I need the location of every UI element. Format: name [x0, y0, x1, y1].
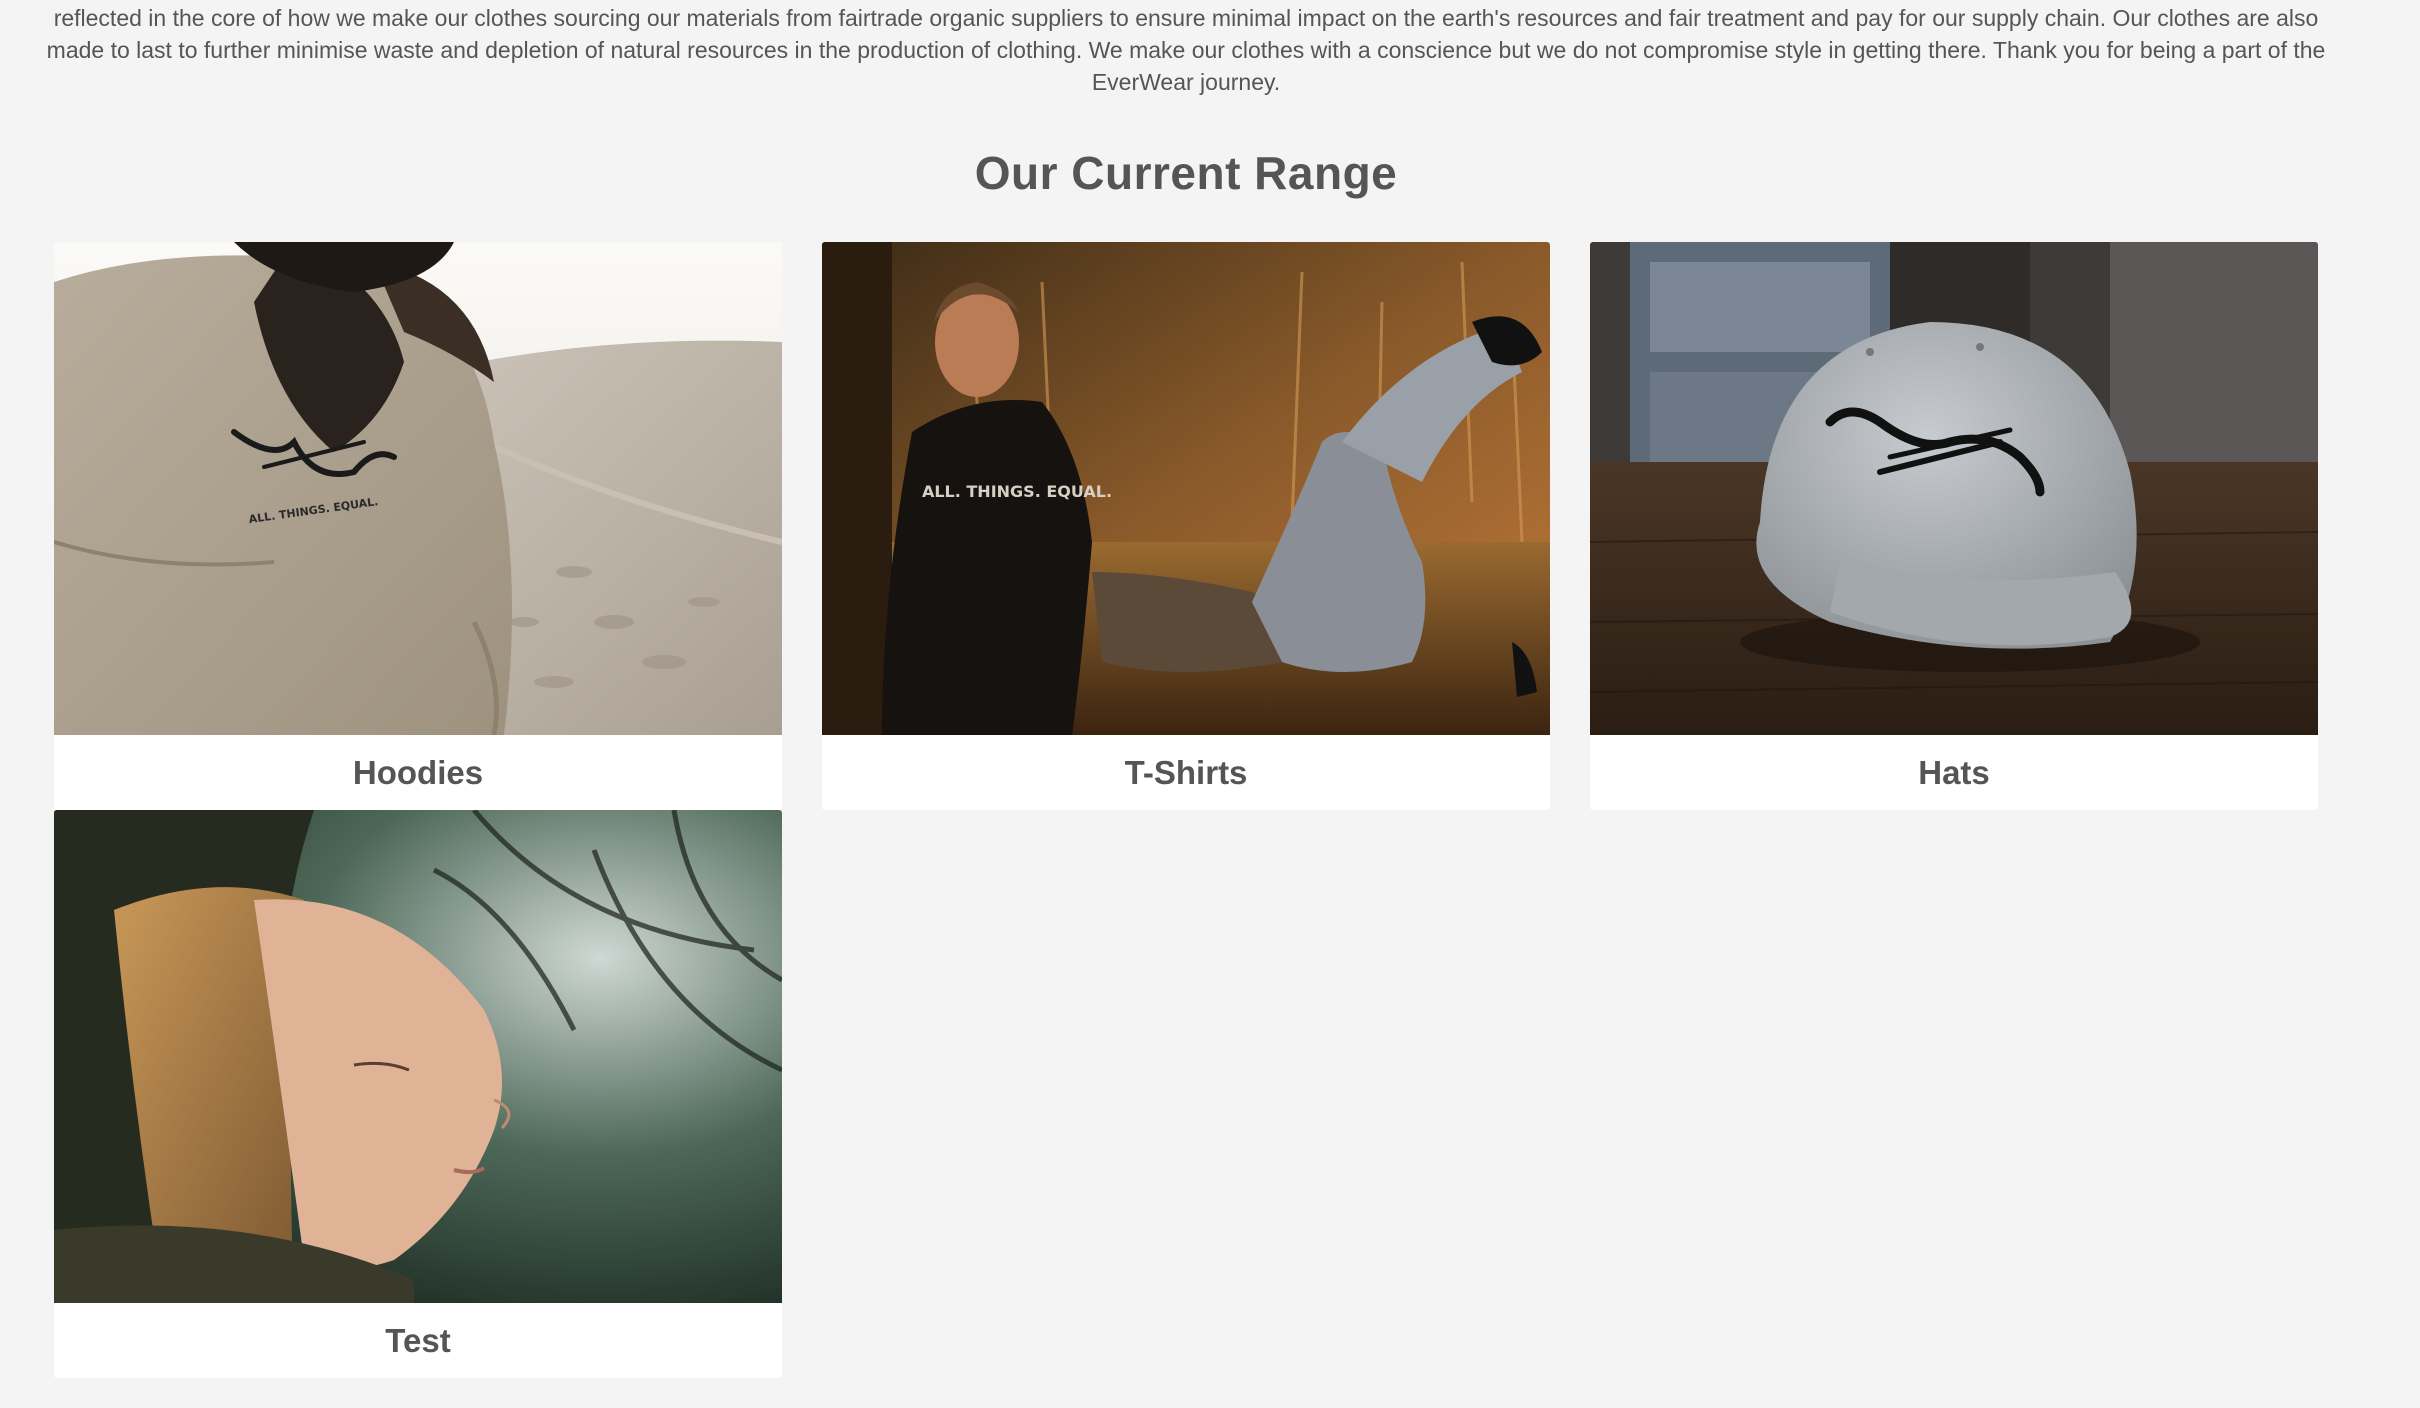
product-card-tshirts[interactable]: ALL. THINGS. EQUAL. T-Shirts	[822, 242, 1550, 810]
hoodies-photo[interactable]: ALL. THINGS. EQUAL.	[54, 242, 782, 735]
tshirt-print-text: ALL. THINGS. EQUAL.	[922, 482, 1112, 501]
product-label-test[interactable]: Test	[54, 1303, 782, 1378]
product-label-hats[interactable]: Hats	[1590, 735, 2318, 810]
intro-paragraph: reflected in the core of how we make our…	[46, 5, 2326, 95]
section-title: Our Current Range	[974, 147, 1398, 199]
hats-photo[interactable]	[1590, 242, 2318, 735]
tshirts-photo[interactable]: ALL. THINGS. EQUAL.	[822, 242, 1550, 735]
product-label-tshirts[interactable]: T-Shirts	[822, 735, 1550, 810]
product-card-hats[interactable]: Hats	[1590, 242, 2318, 810]
test-photo[interactable]	[54, 810, 782, 1303]
product-card-test[interactable]: Test	[54, 810, 782, 1378]
product-card-hoodies[interactable]: ALL. THINGS. EQUAL. Hoodies	[54, 242, 782, 810]
product-label-hoodies[interactable]: Hoodies	[54, 735, 782, 810]
